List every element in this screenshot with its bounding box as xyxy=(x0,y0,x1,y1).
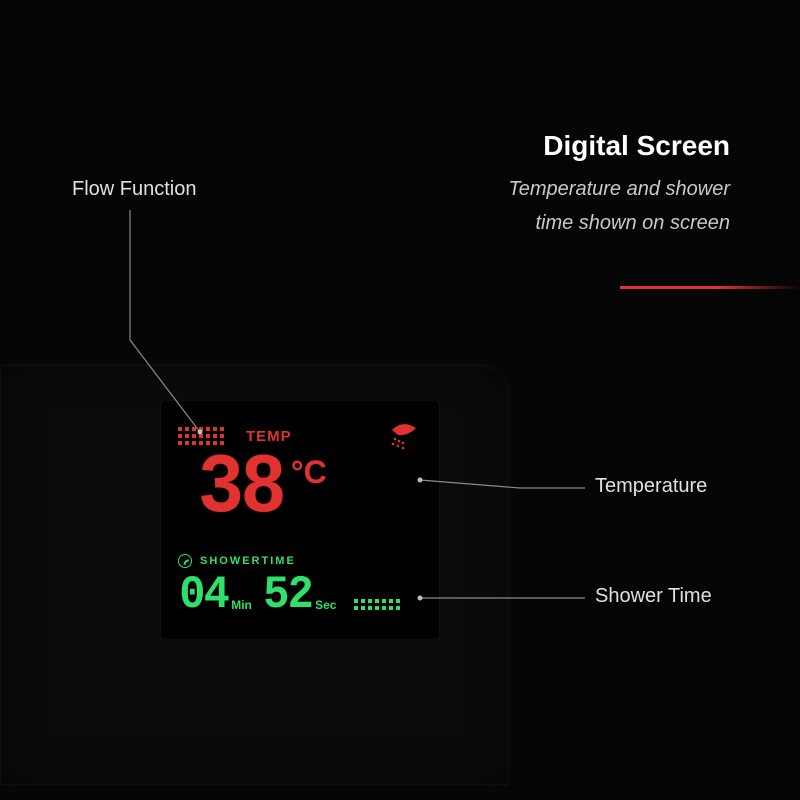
accent-line xyxy=(620,286,800,289)
callout-flow-function: Flow Function xyxy=(72,178,197,201)
trailing-dot-indicator xyxy=(354,599,400,610)
header-sub-line2: time shown on screen xyxy=(508,206,730,240)
digital-screen: TEMP 38 °C SHOWERTIME 04 Min 52 Sec xyxy=(160,400,440,640)
minutes-suffix: Min xyxy=(231,598,252,612)
showertime-readout: 04 Min 52 Sec xyxy=(178,572,400,618)
device-panel: TEMP 38 °C SHOWERTIME 04 Min 52 Sec xyxy=(0,365,508,785)
callout-temperature: Temperature xyxy=(595,475,707,498)
clock-icon xyxy=(178,554,192,568)
seconds-suffix: Sec xyxy=(315,598,336,612)
header-block: Digital Screen Temperature and shower ti… xyxy=(508,130,730,240)
header-title: Digital Screen xyxy=(508,130,730,162)
showertime-label-row: SHOWERTIME xyxy=(178,554,296,568)
callout-shower-time: Shower Time xyxy=(595,585,712,608)
header-sub-line1: Temperature and shower xyxy=(508,172,730,206)
temperature-unit: °C xyxy=(291,454,327,491)
temperature-readout: 38 °C xyxy=(194,448,430,534)
showertime-label: SHOWERTIME xyxy=(200,555,296,567)
seconds-value: 52 xyxy=(263,572,312,618)
showerhead-icon xyxy=(386,422,422,450)
minutes-value: 04 xyxy=(179,572,228,618)
temperature-value: 38 xyxy=(198,448,283,532)
header-subtitle: Temperature and shower time shown on scr… xyxy=(508,172,730,240)
